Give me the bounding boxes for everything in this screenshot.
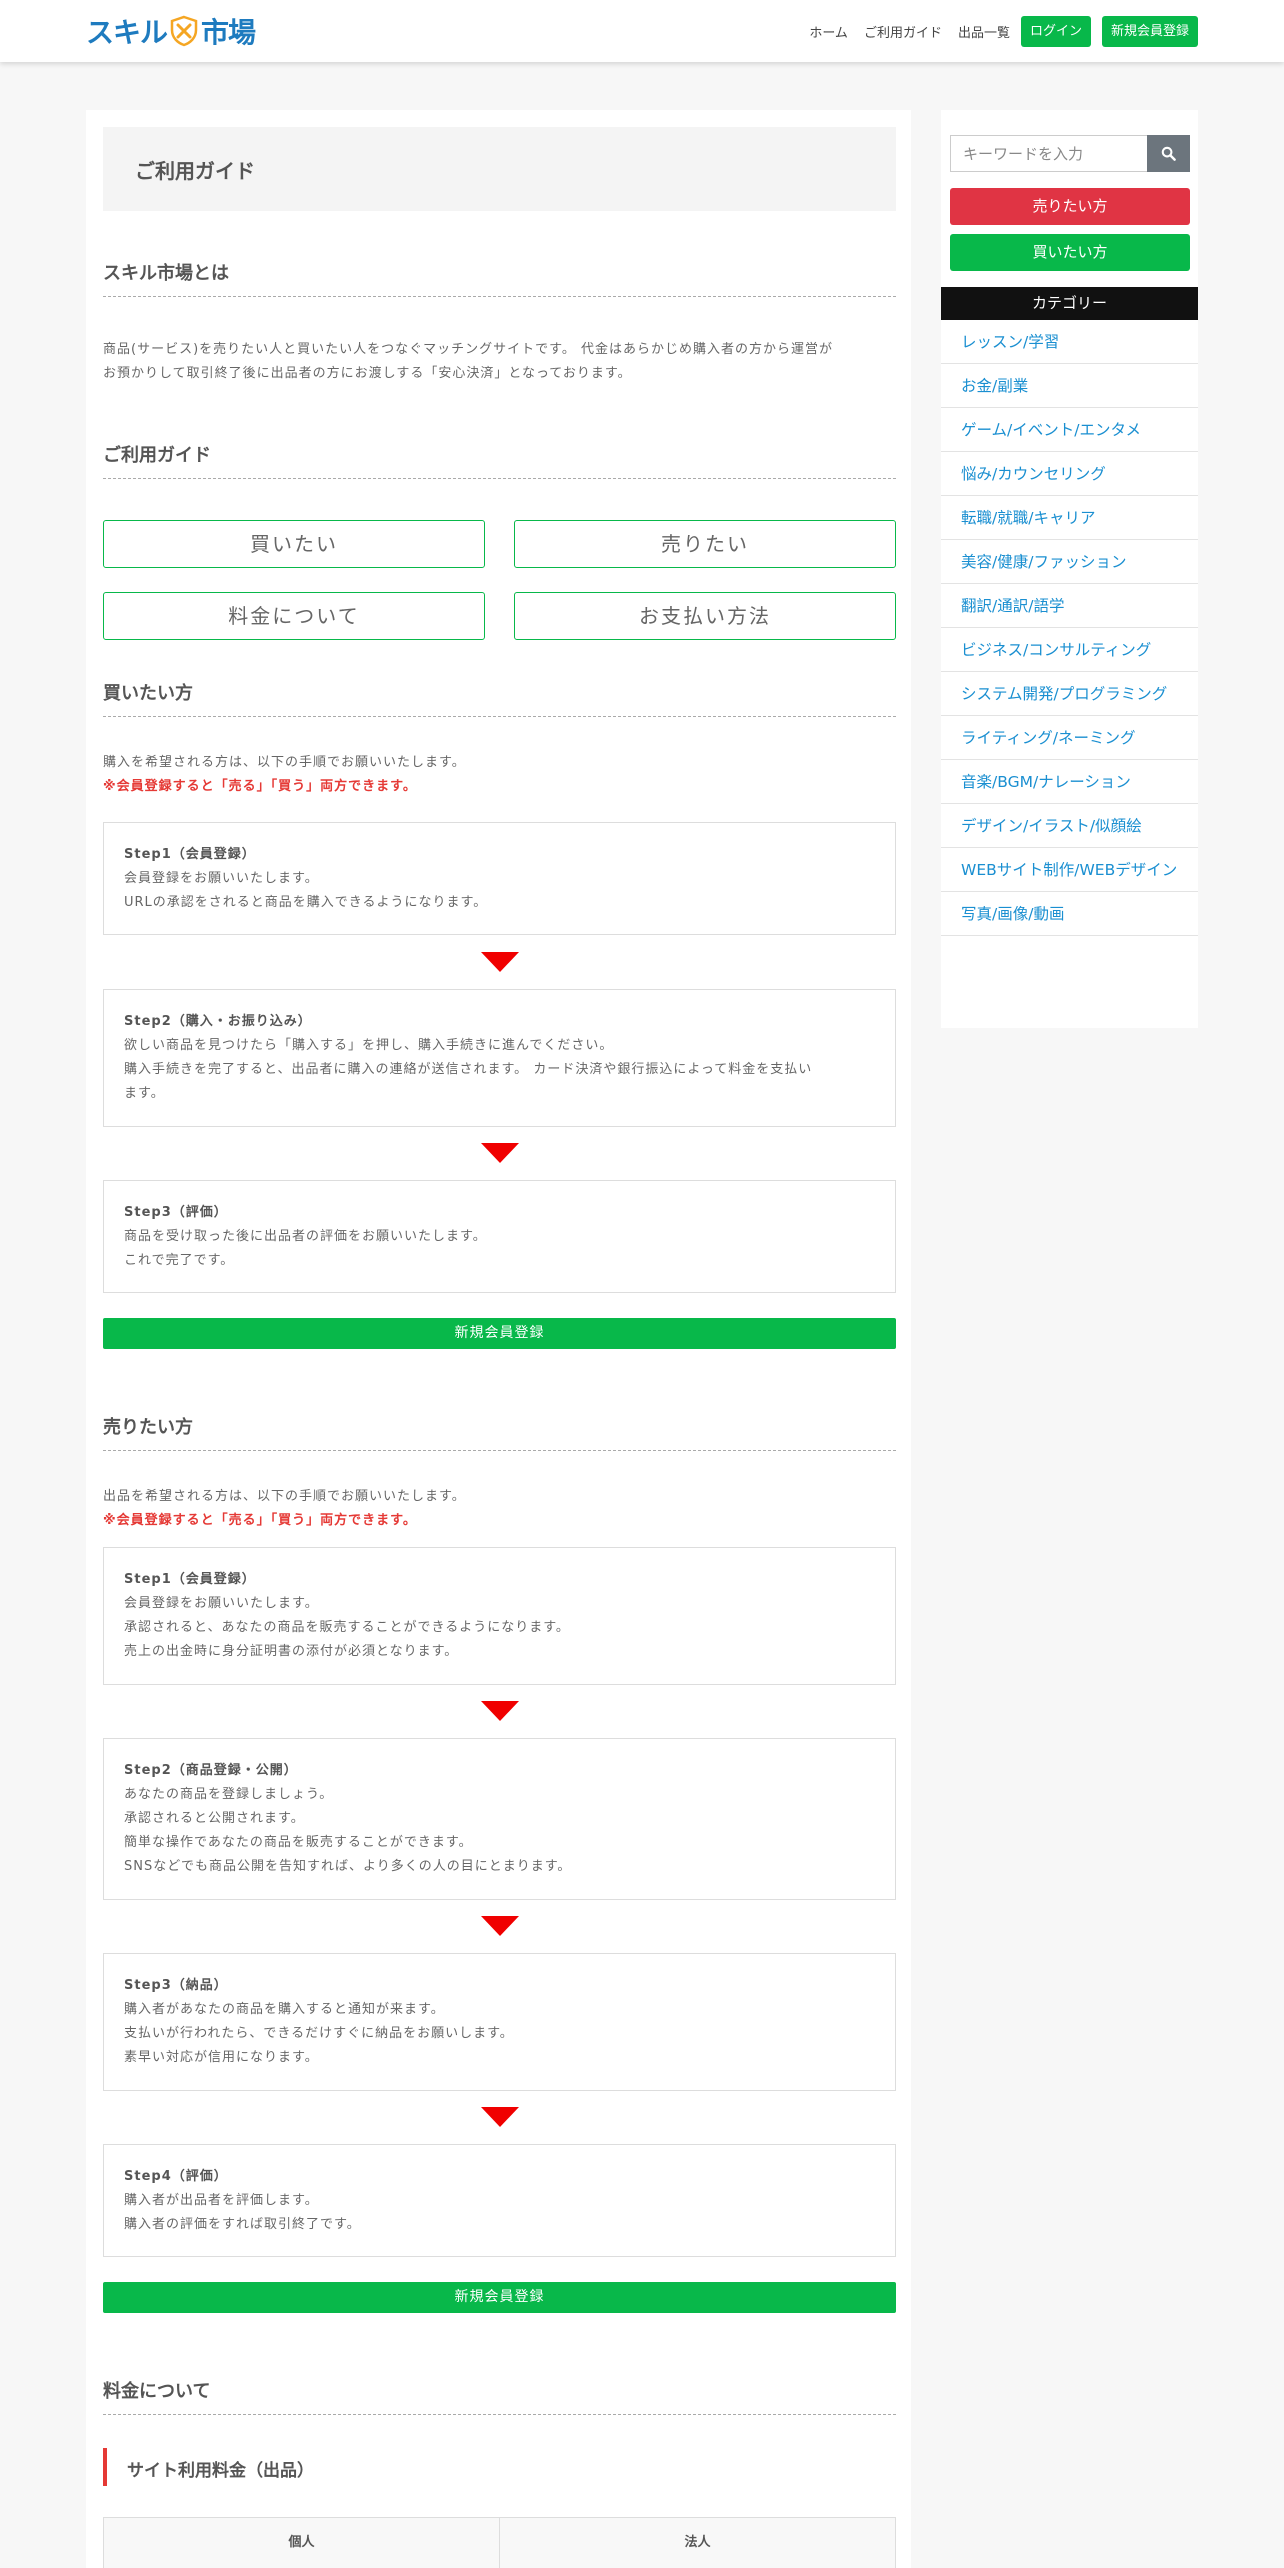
site-header: スキル 市場 ホーム ご利用ガイド 出品一覧 ログイン 新規会員登録 — [0, 0, 1284, 62]
guide-buy-button[interactable]: 買いたい — [103, 520, 485, 568]
category-item-writing[interactable]: ライティング/ネーミング — [941, 716, 1198, 760]
sidebar: 売りたい方 買いたい方 カテゴリー レッスン/学習 お金/副業 ゲーム/イベント… — [941, 110, 1198, 1028]
fees-subheading: サイト利用料金（出品） — [103, 2448, 896, 2486]
sell-button[interactable]: 売りたい方 — [950, 188, 1190, 225]
category-item-web[interactable]: WEBサイト制作/WEBデザイン — [941, 848, 1198, 892]
seller-step-2: Step2（商品登録・公開） あなたの商品を登録しましょう。 承認されると公開さ… — [103, 1738, 896, 1900]
guide-sell-button[interactable]: 売りたい — [514, 520, 896, 568]
buyer-intro: 購入を希望される方は、以下の手順でお願いいたします。 ※会員登録すると「売る」「… — [103, 751, 896, 799]
section-heading-buyer: 買いたい方 — [103, 671, 896, 717]
guide-fees-button[interactable]: 料金について — [103, 592, 485, 640]
search-box — [950, 135, 1190, 172]
category-item-business[interactable]: ビジネス/コンサルティング — [941, 628, 1198, 672]
search-icon — [1161, 146, 1176, 161]
seller-intro: 出品を希望される方は、以下の手順でお願いいたします。 ※会員登録すると「売る」「… — [103, 1485, 896, 1533]
step-arrow-icon — [481, 1143, 519, 1163]
buyer-register-button[interactable]: 新規会員登録 — [103, 1318, 896, 1349]
category-item-photo[interactable]: 写真/画像/動画 — [941, 892, 1198, 936]
step-arrow-icon — [481, 1701, 519, 1721]
seller-step-4: Step4（評価） 購入者が出品者を評価します。 購入者の評価をすれば取引終了で… — [103, 2144, 896, 2257]
top-nav: ホーム ご利用ガイド 出品一覧 ログイン 新規会員登録 — [793, 16, 1198, 47]
category-item-career[interactable]: 転職/就職/キャリア — [941, 496, 1198, 540]
category-header: カテゴリー — [941, 287, 1198, 320]
site-logo[interactable]: スキル 市場 — [86, 12, 256, 50]
category-item-game[interactable]: ゲーム/イベント/エンタメ — [941, 408, 1198, 452]
table-header-corporate: 法人 — [499, 2518, 895, 2568]
fees-table: 個人 法人 — [103, 2517, 896, 2568]
step-arrow-icon — [481, 2107, 519, 2127]
buy-button[interactable]: 買いたい方 — [950, 234, 1190, 271]
seller-step-1: Step1（会員登録） 会員登録をお願いいたします。 承認されると、あなたの商品… — [103, 1547, 896, 1685]
section-heading-about: スキル市場とは — [103, 251, 896, 297]
about-text: 商品(サービス)を売りたい人と買いたい人をつなぐマッチングサイトです。 代金はあ… — [103, 342, 833, 381]
nav-guide[interactable]: ご利用ガイド — [864, 22, 942, 41]
search-input[interactable] — [950, 135, 1147, 172]
category-item-counseling[interactable]: 悩み/カウンセリング — [941, 452, 1198, 496]
category-item-lesson[interactable]: レッスン/学習 — [941, 320, 1198, 364]
page-title: ご利用ガイド — [135, 159, 255, 183]
step-arrow-icon — [481, 952, 519, 972]
search-button[interactable] — [1147, 135, 1190, 172]
table-header-individual: 個人 — [288, 2535, 315, 2550]
category-item-translation[interactable]: 翻訳/通訳/語学 — [941, 584, 1198, 628]
nav-home[interactable]: ホーム — [809, 22, 848, 41]
login-button[interactable]: ログイン — [1020, 16, 1091, 47]
guide-payment-button[interactable]: お支払い方法 — [514, 592, 896, 640]
page-title-box: ご利用ガイド — [103, 127, 896, 211]
category-item-money[interactable]: お金/副業 — [941, 364, 1198, 408]
category-item-programming[interactable]: システム開発/プログラミング — [941, 672, 1198, 716]
category-list: レッスン/学習 お金/副業 ゲーム/イベント/エンタメ 悩み/カウンセリング 転… — [941, 320, 1198, 936]
seller-note: ※会員登録すると「売る」「買う」両方できます。 — [103, 1513, 417, 1528]
shield-check-icon — [170, 15, 198, 47]
category-item-music[interactable]: 音楽/BGM/ナレーション — [941, 760, 1198, 804]
register-button[interactable]: 新規会員登録 — [1101, 16, 1198, 47]
buyer-step-1: Step1（会員登録） 会員登録をお願いいたします。 URLの承認をされると商品… — [103, 822, 896, 935]
category-item-design[interactable]: デザイン/イラスト/似顔絵 — [941, 804, 1198, 848]
logo-text-right: 市場 — [201, 16, 256, 49]
category-item-beauty[interactable]: 美容/健康/ファッション — [941, 540, 1198, 584]
main-content: ご利用ガイド スキル市場とは 商品(サービス)を売りたい人と買いたい人をつなぐマ… — [86, 110, 911, 2568]
buyer-step-3: Step3（評価） 商品を受け取った後に出品者の評価をお願いいたします。 これで… — [103, 1180, 896, 1293]
step-arrow-icon — [481, 1916, 519, 1936]
nav-listings[interactable]: 出品一覧 — [958, 22, 1010, 41]
section-heading-fees: 料金について — [103, 2369, 896, 2415]
section-heading-guide: ご利用ガイド — [103, 433, 896, 479]
section-heading-seller: 売りたい方 — [103, 1405, 896, 1451]
seller-register-button[interactable]: 新規会員登録 — [103, 2282, 896, 2313]
seller-step-3: Step3（納品） 購入者があなたの商品を購入すると通知が来ます。 支払いが行わ… — [103, 1953, 896, 2091]
buyer-note: ※会員登録すると「売る」「買う」両方できます。 — [103, 779, 417, 794]
logo-text-left: スキル — [86, 16, 168, 49]
buyer-step-2: Step2（購入・お振り込み） 欲しい商品を見つけたら「購入する」を押し、購入手… — [103, 989, 896, 1127]
